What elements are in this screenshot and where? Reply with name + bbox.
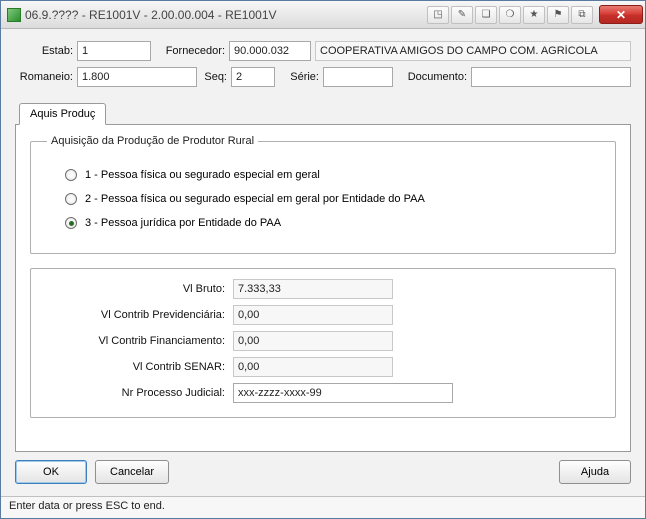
button-label: Ajuda — [581, 466, 609, 478]
header-row-1: Estab: Fornecedor: — [15, 41, 631, 61]
documento-label: Documento: — [397, 71, 467, 83]
toolbar-icon-7[interactable]: ⧉ — [571, 6, 593, 24]
help-button[interactable]: Ajuda — [559, 460, 631, 484]
status-text: Enter data or press ESC to end. — [9, 500, 165, 512]
romaneio-input[interactable] — [77, 67, 197, 87]
button-label: OK — [43, 466, 59, 478]
close-button[interactable]: ✕ — [599, 5, 643, 24]
cancel-button[interactable]: Cancelar — [95, 460, 169, 484]
toolbar-icon-6[interactable]: ⚑ — [547, 6, 569, 24]
radio-label: 1 - Pessoa física ou segurado especial e… — [85, 169, 320, 181]
radio-label: 3 - Pessoa jurídica por Entidade do PAA — [85, 217, 281, 229]
estab-label: Estab: — [15, 45, 73, 57]
vl-prev-field — [233, 305, 393, 325]
serie-label: Série: — [279, 71, 319, 83]
fornecedor-nome — [315, 41, 631, 61]
group-valores: Vl Bruto: Vl Contrib Previdenciária: Vl … — [30, 268, 616, 418]
tab-area: Aquis Produç Aquisição da Produção de Pr… — [15, 103, 631, 452]
documento-input[interactable] — [471, 67, 631, 87]
toolbar-icon-5[interactable]: ★ — [523, 6, 545, 24]
toolbar-icon-2[interactable]: ✎ — [451, 6, 473, 24]
window: 06.9.???? - RE1001V - 2.00.00.004 - RE10… — [0, 0, 646, 519]
content-area: Estab: Fornecedor: Romaneio: Seq: Série:… — [1, 29, 645, 496]
vl-senar-field — [233, 357, 393, 377]
fornecedor-input[interactable] — [229, 41, 311, 61]
radio-icon — [65, 217, 77, 229]
seq-label: Seq: — [201, 71, 227, 83]
window-title: 06.9.???? - RE1001V - 2.00.00.004 - RE10… — [25, 8, 277, 22]
group-aquisicao: Aquisição da Produção de Produtor Rural … — [30, 135, 616, 254]
tab-label: Aquis Produç — [30, 108, 95, 120]
radio-icon — [65, 193, 77, 205]
radio-label: 2 - Pessoa física ou segurado especial e… — [85, 193, 425, 205]
radio-option-3[interactable]: 3 - Pessoa jurídica por Entidade do PAA — [65, 217, 599, 229]
group-legend: Aquisição da Produção de Produtor Rural — [47, 135, 258, 147]
serie-input[interactable] — [323, 67, 393, 87]
tab-aquis-produc[interactable]: Aquis Produç — [19, 103, 106, 125]
vl-fin-label: Vl Contrib Financiamento: — [47, 335, 227, 347]
header-row-2: Romaneio: Seq: Série: Documento: — [15, 67, 631, 87]
radio-icon — [65, 169, 77, 181]
app-icon — [7, 8, 21, 22]
toolbar-icon-4[interactable]: ❍ — [499, 6, 521, 24]
fornecedor-label: Fornecedor: — [155, 45, 225, 57]
close-icon: ✕ — [616, 8, 626, 22]
toolbar-icon-1[interactable]: ◳ — [427, 6, 449, 24]
footer-buttons: OK Cancelar Ajuda — [15, 460, 631, 484]
radio-option-1[interactable]: 1 - Pessoa física ou segurado especial e… — [65, 169, 599, 181]
status-bar: Enter data or press ESC to end. — [1, 496, 645, 518]
ok-button[interactable]: OK — [15, 460, 87, 484]
vl-bruto-label: Vl Bruto: — [47, 283, 227, 295]
vl-bruto-field — [233, 279, 393, 299]
titlebar: 06.9.???? - RE1001V - 2.00.00.004 - RE10… — [1, 1, 645, 29]
romaneio-label: Romaneio: — [15, 71, 73, 83]
vl-prev-label: Vl Contrib Previdenciária: — [47, 309, 227, 321]
vl-fin-field — [233, 331, 393, 351]
radio-option-2[interactable]: 2 - Pessoa física ou segurado especial e… — [65, 193, 599, 205]
vl-senar-label: Vl Contrib SENAR: — [47, 361, 227, 373]
button-label: Cancelar — [110, 466, 154, 478]
toolbar-icon-3[interactable]: ❏ — [475, 6, 497, 24]
nr-proc-input[interactable] — [233, 383, 453, 403]
nr-proc-label: Nr Processo Judicial: — [47, 387, 227, 399]
tab-body: Aquisição da Produção de Produtor Rural … — [15, 124, 631, 452]
seq-input[interactable] — [231, 67, 275, 87]
estab-input[interactable] — [77, 41, 151, 61]
